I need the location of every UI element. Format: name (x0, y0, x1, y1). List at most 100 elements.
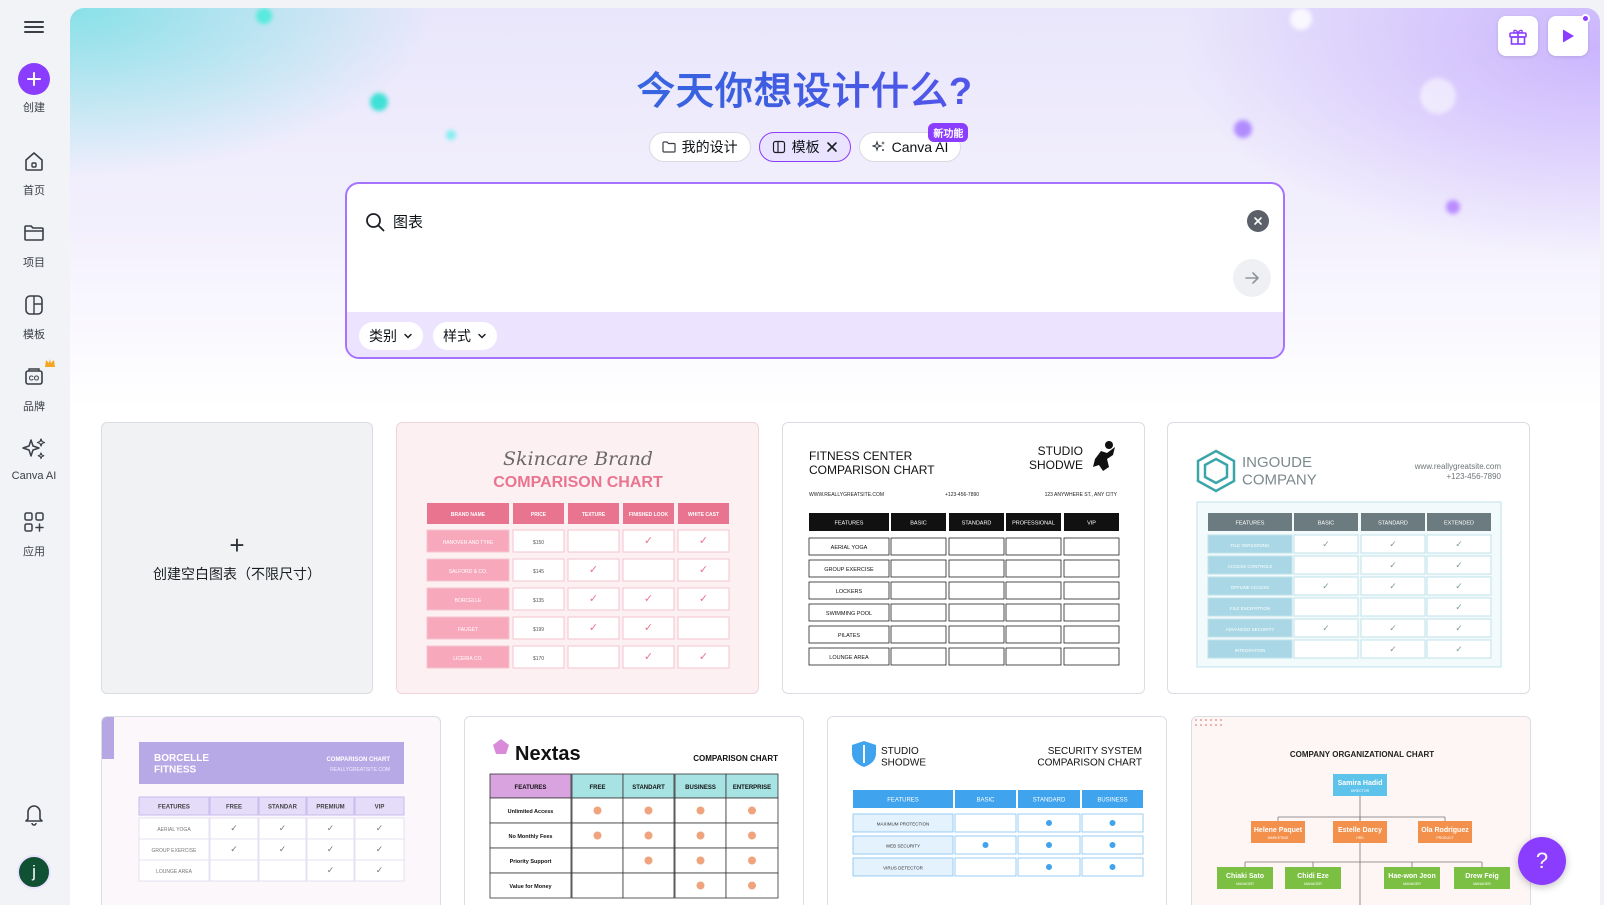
template-card-borcelle[interactable]: BORCELLE FITNESS COMPARISON CHART REALLYG… (101, 716, 441, 905)
help-button[interactable]: ? (1518, 837, 1566, 885)
table-cell-value: PILATES (838, 633, 861, 639)
sparkle-decoration (1446, 200, 1460, 214)
template-phone: +123-456-7890 (945, 492, 979, 498)
table-cell-dot (644, 806, 653, 815)
table-cell-value: ✓ (644, 535, 653, 547)
table-cell-value: ✓ (327, 844, 335, 854)
crown-icon (45, 359, 55, 367)
table-cell-value: $145 (533, 569, 544, 575)
search-scope-chips: 我的设计 模板 Canva AI 新功能 (70, 123, 1540, 162)
filter-category[interactable]: 类别 (359, 321, 423, 350)
clear-search-button[interactable] (1247, 210, 1269, 232)
table-header-label: BUSINESS (685, 785, 716, 791)
template-card-security[interactable]: STUDIO SHODWE SECURITY SYSTEM COMPARISON C… (827, 716, 1167, 905)
org-node-role: MANAGER (1403, 882, 1421, 886)
filter-style[interactable]: 样式 (433, 321, 497, 350)
sidebar-item-templates[interactable]: 模板 (0, 288, 68, 342)
new-feature-badge: 新功能 (928, 123, 969, 142)
table-cell (567, 529, 620, 553)
table-cell (1293, 597, 1359, 617)
table-cell-value: FILE VERSIONING (1230, 543, 1270, 548)
table-cell-value: GROUP EXERCISE (824, 567, 874, 573)
table-cell (622, 558, 675, 582)
table-header-label: FINISHED LOOK (629, 512, 669, 518)
table-cell (571, 872, 624, 899)
template-preview: FITNESS CENTER COMPARISON CHART STUDIO SHO… (808, 441, 1120, 666)
menu-icon[interactable] (24, 18, 44, 36)
template-website: WWW.REALLYGREATSITE.COM (809, 492, 884, 498)
chip-templates[interactable]: 模板 (758, 132, 851, 162)
folder-icon (17, 216, 51, 250)
table-cell-dot (696, 881, 705, 890)
org-node-name: Helene Paquet (1254, 827, 1303, 834)
table-cell (1005, 603, 1062, 622)
sidebar-item-projects[interactable]: 项目 (0, 216, 68, 270)
sidebar-item-brand[interactable]: CO 品牌 (0, 359, 68, 414)
table-header-label: FEATURES (515, 785, 547, 791)
template-preview: Nextas COMPARISON CHART FEATURES FREE STAN… (489, 739, 779, 899)
template-brand: Nextas (515, 743, 581, 765)
search-input[interactable] (393, 208, 1213, 234)
table-cell (1063, 625, 1120, 644)
table-cell-value: ✓ (327, 823, 335, 833)
gift-button[interactable] (1498, 16, 1538, 56)
table-cell-value: ✓ (327, 865, 335, 875)
sidebar-item-home[interactable]: 首页 (0, 144, 68, 198)
table-header-label: FREE (589, 785, 605, 791)
table-cell (1005, 625, 1062, 644)
template-phone: +123-456-7890 (1447, 472, 1502, 481)
home-icon (17, 144, 51, 178)
table-header-label: WHITE CAST (688, 512, 719, 518)
table-cell-value: Value for Money (509, 884, 552, 890)
template-card-fitness[interactable]: FITNESS CENTER COMPARISON CHART STUDIO SHO… (782, 422, 1145, 694)
table-cell-value: ✓ (644, 651, 653, 663)
table-header-label: BUSINESS (1097, 798, 1127, 804)
table-header-label: BASIC (910, 521, 927, 527)
template-title: SECURITY SYSTEM COMPARISON CHART (1037, 746, 1142, 769)
template-card-org-chart[interactable]: COMPANY ORGANIZATIONAL CHART Samira Hadi… (1191, 716, 1531, 905)
chip-label: 我的设计 (681, 139, 738, 155)
template-card-ingoude[interactable]: INGOUDE COMPANY www.reallygreatsite.com +… (1167, 422, 1530, 694)
play-button[interactable] (1548, 14, 1590, 56)
table-cell-value: ✓ (1389, 623, 1397, 633)
table-cell (1005, 647, 1062, 666)
close-icon[interactable] (826, 141, 838, 153)
table-cell (622, 872, 675, 899)
table-cell-dot (644, 831, 653, 840)
org-node-name: Estelle Darcy (1338, 827, 1382, 834)
avatar[interactable]: j (17, 855, 51, 889)
submit-search-button[interactable] (1233, 259, 1271, 297)
table-cell-value: LOUNGE AREA (829, 655, 869, 661)
notification-dot (1581, 14, 1590, 23)
sidebar-item-create[interactable]: 创建 (0, 63, 68, 115)
table-cell-value: ✓ (699, 564, 708, 576)
table-cell-value: ✓ (699, 651, 708, 663)
table-cell (948, 625, 1005, 644)
template-subtitle: COMPARISON CHART (326, 757, 390, 763)
template-card-nextas[interactable]: Nextas COMPARISON CHART FEATURES FREE STAN… (464, 716, 804, 905)
main-content: 今天你想设计什么? 我的设计 模板 Canva AI 新功能 图表 类别 样式 … (70, 8, 1600, 905)
table-cell-dot (696, 831, 705, 840)
table-cell-dot (1109, 820, 1116, 826)
close-icon (1254, 217, 1262, 225)
template-card-skincare[interactable]: Skincare Brand COMPARISON CHART BRAND NA… (396, 422, 759, 694)
table-header-label: STANDARD (1033, 798, 1066, 804)
table-cell (1293, 555, 1359, 575)
table-header-label: PREMIUM (316, 805, 344, 811)
sidebar-item-canva-ai[interactable]: Canva AI (0, 432, 68, 482)
chip-canva-ai[interactable]: Canva AI 新功能 (858, 123, 969, 162)
sidebar-item-label: 项目 (23, 257, 45, 269)
table-cell (1063, 559, 1120, 578)
chip-my-designs[interactable]: 我的设计 (648, 132, 751, 162)
table-cell (1360, 597, 1426, 617)
table-cell-value: GROUP EXERCISE (152, 848, 198, 854)
gift-icon (1509, 29, 1527, 45)
table-cell-dot (593, 806, 602, 815)
bell-icon[interactable] (20, 800, 48, 828)
table-header-label: STANDARD (962, 521, 992, 527)
create-blank-card[interactable]: + 创建空白图表（不限尺寸） (101, 422, 373, 694)
create-blank-label: 创建空白图表（不限尺寸） (153, 566, 321, 582)
folder-icon (661, 141, 676, 153)
sidebar-item-apps[interactable]: 应用 (0, 505, 68, 559)
table-header-label: VIP (375, 805, 385, 811)
